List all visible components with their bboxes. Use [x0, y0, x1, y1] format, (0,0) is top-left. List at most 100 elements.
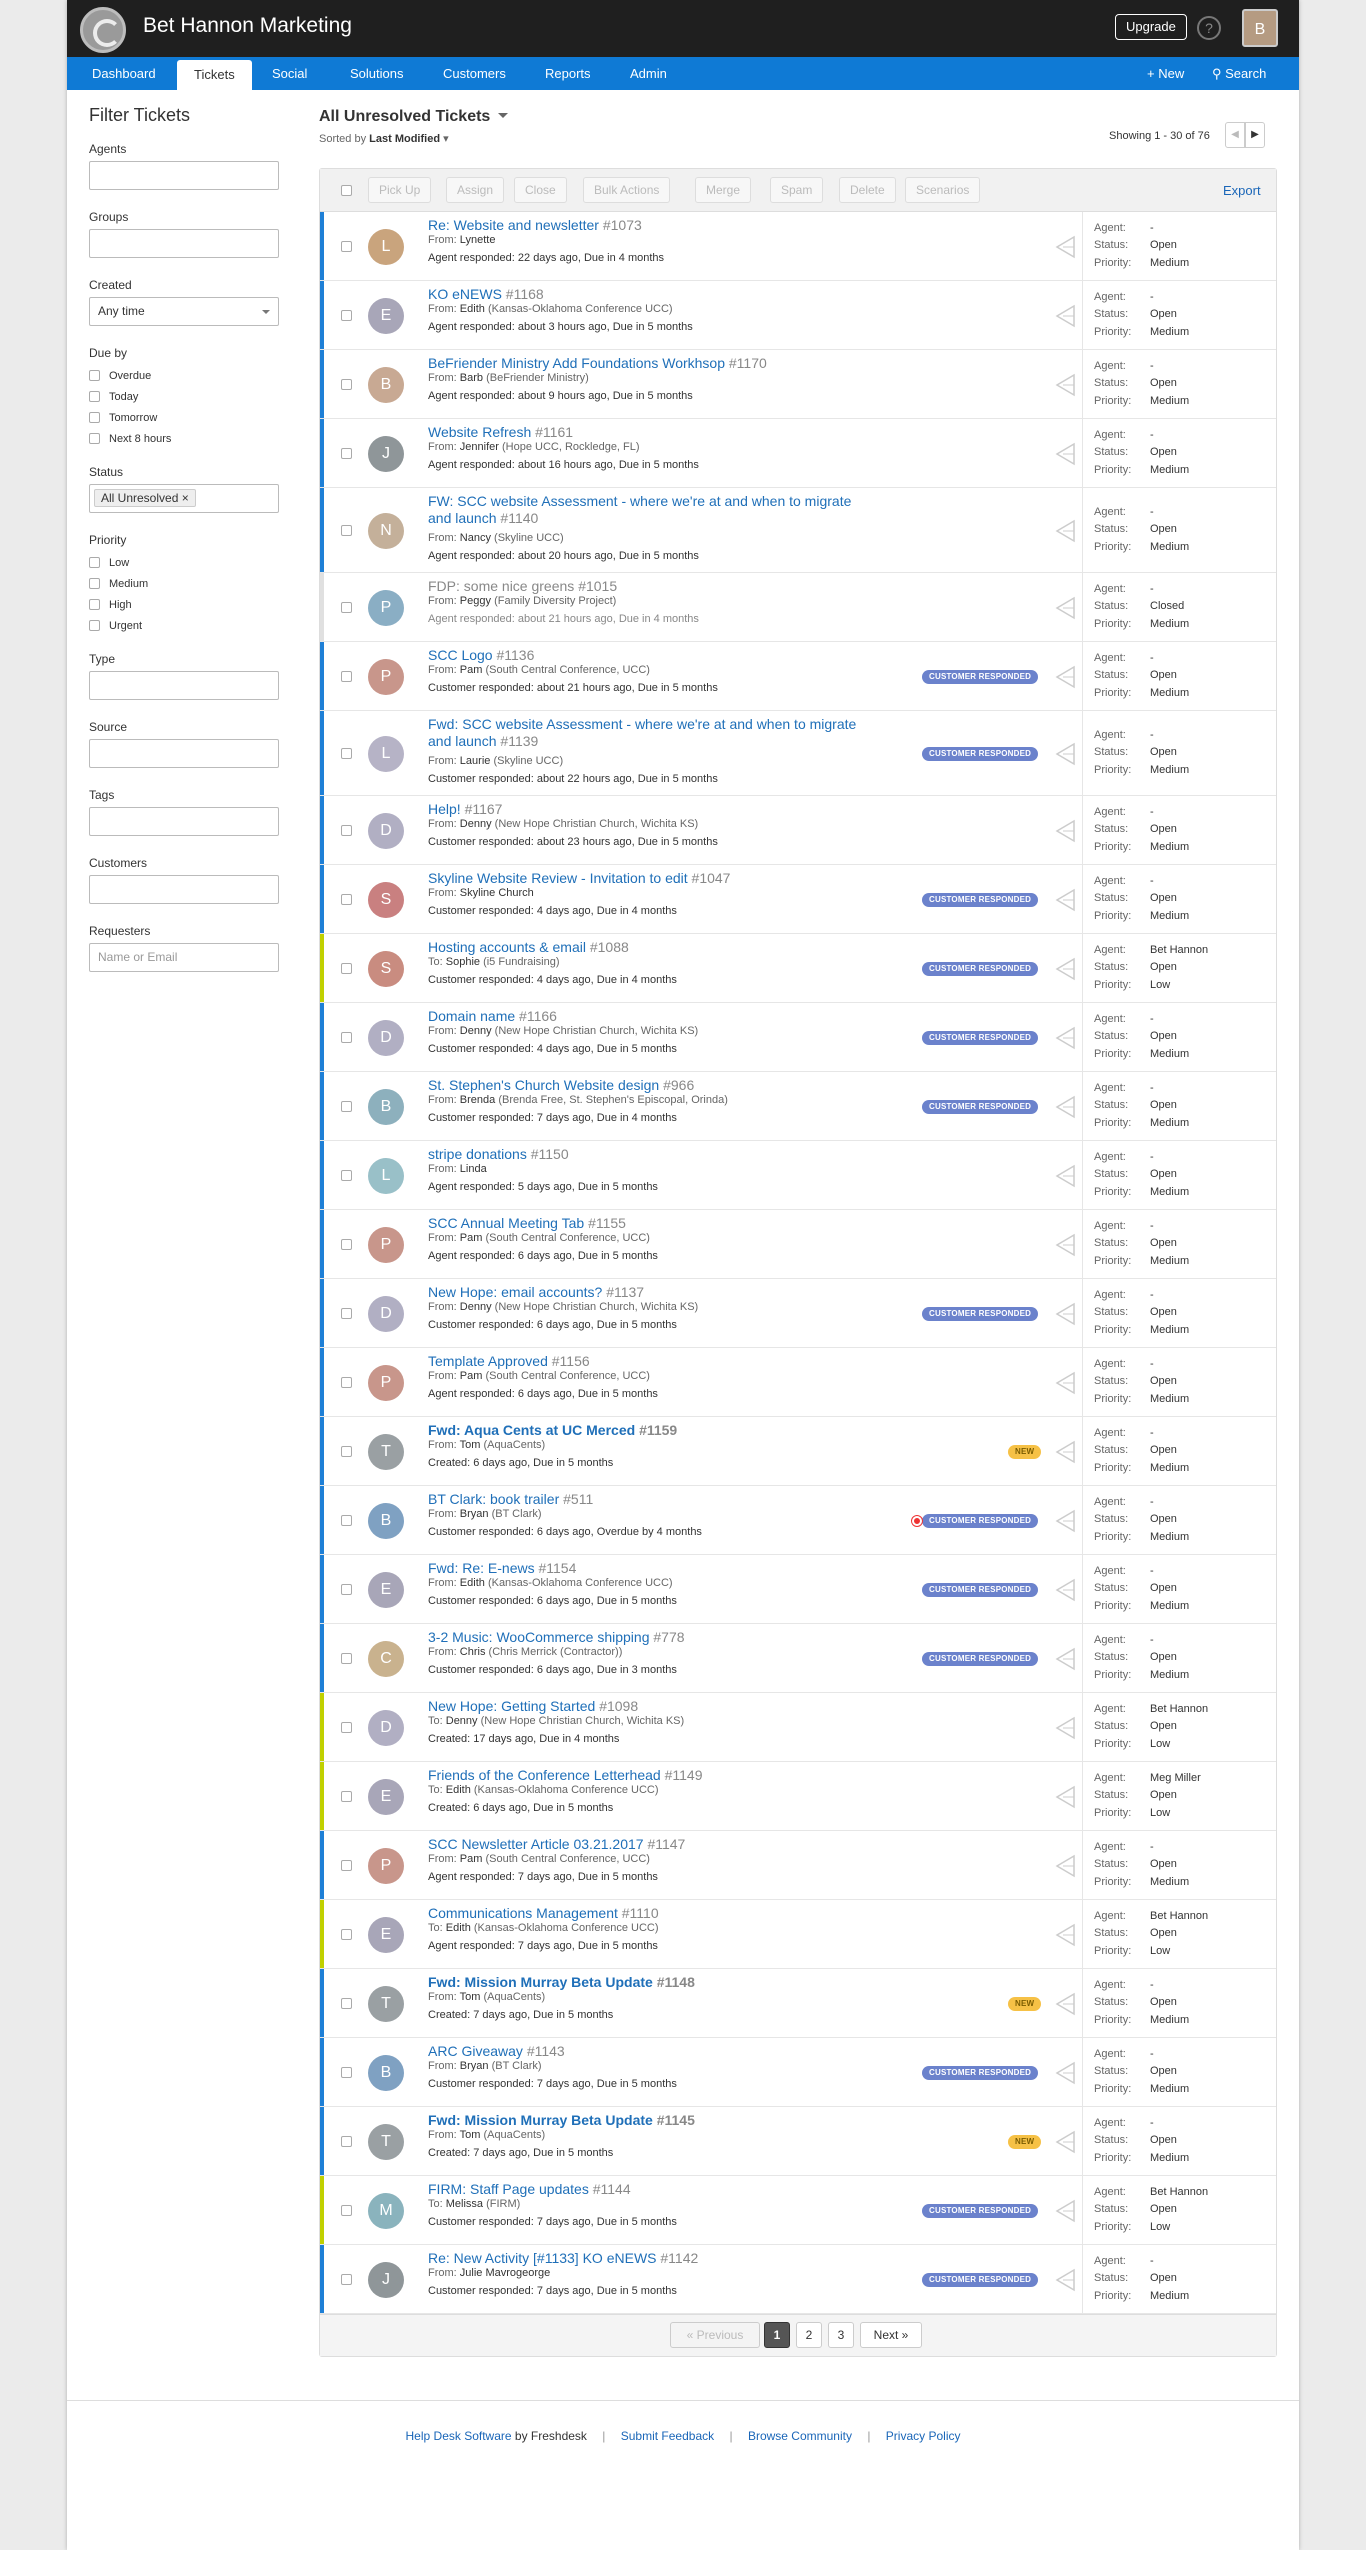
ticket-row[interactable]: T Fwd: Mission Murray Beta Update #1145 Fr… [320, 2107, 1276, 2176]
prop-status[interactable]: Status: Open [1094, 1028, 1189, 1046]
prop-status-value[interactable]: Open [1150, 239, 1177, 251]
prop-agent-value[interactable]: - [1150, 2117, 1154, 2129]
prop-agent[interactable]: Agent: - [1094, 1839, 1189, 1857]
prop-status[interactable]: Status: Open [1094, 1580, 1189, 1598]
upgrade-button[interactable]: Upgrade [1115, 14, 1187, 40]
nav-social[interactable]: Social [255, 57, 324, 90]
ticket-checkbox[interactable] [341, 1859, 352, 1871]
prop-status-value[interactable]: Open [1150, 446, 1177, 458]
prop-agent[interactable]: Agent: - [1094, 2046, 1189, 2064]
submit-feedback-link[interactable]: Submit Feedback [621, 2429, 714, 2443]
prop-priority-value[interactable]: Medium [1150, 464, 1189, 476]
prop-agent[interactable]: Agent: - [1094, 727, 1189, 745]
next-page-button[interactable]: Next » [860, 2322, 922, 2348]
ticket-row[interactable]: S Skyline Website Review - Invitation to … [320, 865, 1276, 934]
ticket-row[interactable]: S Hosting accounts & email #1088 To: Sophi… [320, 934, 1276, 1003]
ticket-checkbox[interactable] [341, 2135, 352, 2147]
ticket-subject-link[interactable]: Fwd: Aqua Cents at UC Merced #1159 [428, 1422, 878, 1439]
prop-status[interactable]: Status: Open [1094, 2063, 1189, 2081]
prop-priority[interactable]: Priority: Medium [1094, 2012, 1189, 2030]
prop-status-value[interactable]: Open [1150, 2203, 1177, 2215]
reply-icon[interactable] [1053, 957, 1077, 981]
prop-priority[interactable]: Priority: Medium [1094, 1529, 1189, 1547]
prop-agent[interactable]: Agent: - [1094, 358, 1189, 376]
prop-priority[interactable]: Priority: Medium [1094, 762, 1189, 780]
privacy-policy-link[interactable]: Privacy Policy [886, 2429, 961, 2443]
ticket-subject-link[interactable]: KO eNEWS #1168 [428, 286, 878, 303]
ticket-subject-link[interactable]: SCC Newsletter Article 03.21.2017 #1147 [428, 1836, 878, 1853]
reply-icon[interactable] [1053, 596, 1077, 620]
ticket-row[interactable]: E Communications Management #1110 To: Edit… [320, 1900, 1276, 1969]
ticket-checkbox[interactable] [341, 747, 352, 759]
reply-icon[interactable] [1053, 1371, 1077, 1395]
prop-status[interactable]: Status: Open [1094, 744, 1189, 762]
delete-button[interactable]: Delete [839, 177, 896, 203]
ticket-subject-link[interactable]: ARC Giveaway #1143 [428, 2043, 878, 2060]
ticket-subject-link[interactable]: 3-2 Music: WooCommerce shipping #778 [428, 1629, 878, 1646]
prop-agent[interactable]: Agent: - [1094, 1356, 1189, 1374]
nav-dashboard[interactable]: Dashboard [75, 57, 173, 90]
ticket-checkbox[interactable] [341, 240, 352, 252]
prop-priority-value[interactable]: Low [1150, 1945, 1170, 1957]
reply-icon[interactable] [1053, 1923, 1077, 1947]
due-by-option[interactable]: Today [89, 386, 279, 407]
ticket-row[interactable]: L Re: Website and newsletter #1073 From: L… [320, 212, 1276, 281]
prop-agent[interactable]: Agent: - [1094, 220, 1189, 238]
prop-status-value[interactable]: Open [1150, 1996, 1177, 2008]
prop-priority[interactable]: Priority: Medium [1094, 255, 1189, 273]
prop-priority-value[interactable]: Medium [1150, 2152, 1189, 2164]
prop-agent[interactable]: Agent: - [1094, 2253, 1189, 2271]
reply-icon[interactable] [1053, 2268, 1077, 2292]
ticket-row[interactable]: B St. Stephen's Church Website design #96… [320, 1072, 1276, 1141]
prop-agent-value[interactable]: - [1150, 806, 1154, 818]
ticket-checkbox[interactable] [341, 601, 352, 613]
prop-priority-value[interactable]: Medium [1150, 1462, 1189, 1474]
prop-priority[interactable]: Priority: Medium [1094, 1667, 1189, 1685]
ticket-row[interactable]: D New Hope: Getting Started #1098 To: Denn… [320, 1693, 1276, 1762]
page-1-button[interactable]: 1 [764, 2322, 790, 2348]
reply-icon[interactable] [1053, 2199, 1077, 2223]
prop-priority-value[interactable]: Medium [1150, 618, 1189, 630]
prop-status[interactable]: Status: Open [1094, 521, 1189, 539]
ticket-row[interactable]: L Fwd: SCC website Assessment - where we'… [320, 711, 1276, 796]
prop-agent-value[interactable]: - [1150, 1151, 1154, 1163]
prop-agent[interactable]: Agent: Meg Miller [1094, 1770, 1201, 1788]
reply-icon[interactable] [1053, 304, 1077, 328]
reply-icon[interactable] [1053, 1233, 1077, 1257]
prop-agent-value[interactable]: - [1150, 1565, 1154, 1577]
prop-priority-value[interactable]: Medium [1150, 1531, 1189, 1543]
ticket-subject-link[interactable]: Template Approved #1156 [428, 1353, 878, 1370]
prop-priority-value[interactable]: Medium [1150, 2290, 1189, 2302]
prop-status[interactable]: Status: Open [1094, 890, 1189, 908]
reply-icon[interactable] [1053, 235, 1077, 259]
ticket-subject-link[interactable]: Communications Management #1110 [428, 1905, 878, 1922]
prop-agent-value[interactable]: - [1150, 222, 1154, 234]
prop-agent-value[interactable]: - [1150, 1634, 1154, 1646]
prop-status[interactable]: Status: Open [1094, 1856, 1189, 1874]
prop-status-value[interactable]: Open [1150, 1030, 1177, 1042]
assign-button[interactable]: Assign [446, 177, 505, 203]
prop-priority[interactable]: Priority: Low [1094, 1805, 1201, 1823]
ticket-checkbox[interactable] [341, 1928, 352, 1940]
prop-priority[interactable]: Priority: Medium [1094, 1253, 1189, 1271]
prop-agent[interactable]: Agent: Bet Hannon [1094, 2184, 1208, 2202]
reply-icon[interactable] [1053, 1647, 1077, 1671]
prop-agent-value[interactable]: - [1150, 1496, 1154, 1508]
ticket-row[interactable]: P SCC Annual Meeting Tab #1155 From: Pam (… [320, 1210, 1276, 1279]
ticket-checkbox[interactable] [341, 447, 352, 459]
priority-checkbox[interactable] [89, 578, 100, 589]
reply-icon[interactable] [1053, 373, 1077, 397]
nav-solutions[interactable]: Solutions [333, 57, 420, 90]
pickup-button[interactable]: Pick Up [368, 177, 432, 203]
reply-icon[interactable] [1053, 888, 1077, 912]
prop-agent-value[interactable]: - [1150, 1427, 1154, 1439]
prop-priority[interactable]: Priority: Medium [1094, 685, 1189, 703]
ticket-subject-link[interactable]: St. Stephen's Church Website design #966 [428, 1077, 878, 1094]
prop-priority-value[interactable]: Medium [1150, 1255, 1189, 1267]
prop-agent-value[interactable]: - [1150, 2048, 1154, 2060]
prop-agent[interactable]: Agent: - [1094, 1218, 1189, 1236]
ticket-checkbox[interactable] [341, 962, 352, 974]
prop-status-value[interactable]: Open [1150, 1858, 1177, 1870]
prop-status[interactable]: Status: Closed [1094, 598, 1189, 616]
groups-input[interactable] [89, 229, 279, 258]
